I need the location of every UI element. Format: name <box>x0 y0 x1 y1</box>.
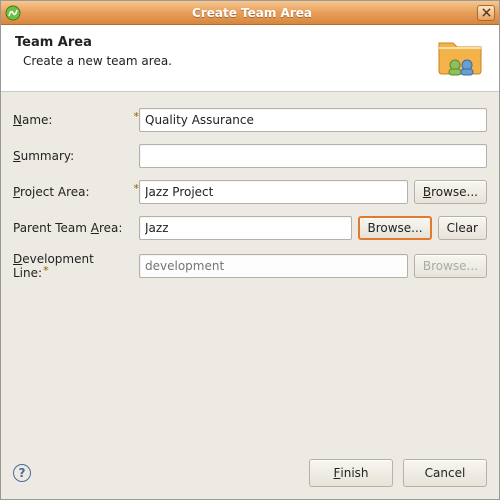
parent-team-area-input[interactable] <box>139 216 352 240</box>
browse-project-button[interactable]: Browse... <box>414 180 487 204</box>
footer: ? Finish Cancel <box>1 449 499 499</box>
row-name: Name: * <box>13 108 487 132</box>
label-parent: Parent Team Area: <box>13 221 131 235</box>
project-area-input[interactable] <box>139 180 408 204</box>
row-project: Project Area: * Browse... <box>13 180 487 204</box>
banner-heading: Team Area <box>15 35 172 50</box>
name-input[interactable] <box>139 108 487 132</box>
titlebar: Create Team Area <box>1 1 499 25</box>
required-marker: * <box>131 182 139 195</box>
development-line-input <box>139 254 408 278</box>
help-icon[interactable]: ? <box>13 464 31 482</box>
required-marker: * <box>131 110 139 123</box>
required-marker: * <box>43 264 49 277</box>
cancel-button[interactable]: Cancel <box>403 459 487 487</box>
dialog-window: Create Team Area Team Area Create a new … <box>0 0 500 500</box>
browse-devline-button: Browse... <box>414 254 487 278</box>
label-summary: Summary: <box>13 149 131 163</box>
team-folder-icon <box>437 35 485 77</box>
form: Name: * Summary: Project Area: * Browse.… <box>1 92 499 300</box>
finish-button[interactable]: Finish <box>309 459 393 487</box>
banner-text: Team Area Create a new team area. <box>15 35 172 68</box>
clear-button[interactable]: Clear <box>438 216 487 240</box>
banner: Team Area Create a new team area. <box>1 25 499 92</box>
row-parent: Parent Team Area: Browse... Clear <box>13 216 487 240</box>
row-devline: Development Line:* Browse... <box>13 252 487 280</box>
banner-subtext: Create a new team area. <box>23 54 172 68</box>
close-button[interactable] <box>477 5 495 21</box>
label-devline: Development Line:* <box>13 252 131 280</box>
summary-input[interactable] <box>139 144 487 168</box>
browse-parent-button[interactable]: Browse... <box>358 216 431 240</box>
label-name: Name: <box>13 113 131 127</box>
app-icon <box>5 5 21 21</box>
label-project: Project Area: <box>13 185 131 199</box>
row-summary: Summary: <box>13 144 487 168</box>
window-title: Create Team Area <box>27 6 477 20</box>
